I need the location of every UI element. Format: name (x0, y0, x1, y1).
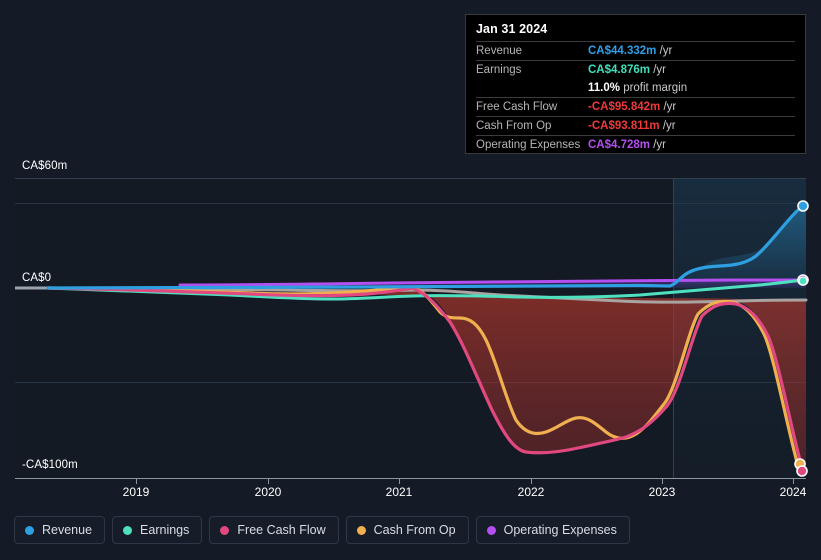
legend-dot-cash-from-op-icon (356, 525, 366, 535)
tooltip-value-revenue: CA$44.332m (588, 45, 657, 57)
tooltip-unit-profit-margin: profit margin (623, 82, 688, 94)
legend-dot-revenue-icon (25, 525, 34, 535)
tooltip-label-free-cash-flow: Free Cash Flow (476, 97, 588, 117)
tooltip-label-operating-expenses: Operating Expenses (476, 135, 588, 154)
tooltip-row-revenue: Revenue CA$44.332m /yr (476, 41, 795, 61)
legend-item-earnings[interactable]: Earnings (112, 516, 203, 544)
tooltip-table: Revenue CA$44.332m /yr Earnings CA$4.876… (476, 41, 795, 154)
tooltip-unit-cash-from-op: /yr (662, 120, 676, 132)
chart-legend: Revenue Earnings Free Cash Flow Cash Fro… (14, 516, 630, 544)
legend-dot-free-cash-flow-icon (220, 525, 230, 535)
tooltip-label-cash-from-op: Cash From Op (476, 116, 588, 136)
tooltip-row-earnings: Earnings CA$4.876m /yr (476, 60, 795, 79)
legend-label-revenue: Revenue (42, 523, 93, 537)
x-axis-label-2022: 2022 (517, 485, 545, 499)
legend-item-free-cash-flow[interactable]: Free Cash Flow (209, 516, 339, 544)
y-axis-label-bottom: -CA$100m (22, 459, 78, 471)
tooltip-date: Jan 31 2024 (476, 22, 548, 36)
tooltip-value-operating-expenses: CA$4.728m (588, 139, 651, 151)
tooltip-label-earnings: Earnings (476, 60, 588, 79)
legend-label-earnings: Earnings (140, 523, 190, 537)
tooltip-unit-free-cash-flow: /yr (663, 101, 677, 113)
tooltip-label-revenue: Revenue (476, 41, 588, 61)
data-tooltip: Jan 31 2024 Revenue CA$44.332m /yr Earni… (465, 14, 806, 154)
financial-chart-page: { "axis": { "y_labels": [ { "text": "CA$… (0, 0, 821, 560)
tooltip-row-cash-from-op: Cash From Op -CA$93.811m /yr (476, 116, 795, 136)
tooltip-unit-earnings: /yr (653, 64, 666, 76)
x-axis-label-2024: 2024 (779, 485, 807, 499)
x-axis-label-2023: 2023 (648, 485, 676, 499)
tooltip-label-profit-margin (476, 79, 588, 98)
tooltip-value-cash-from-op: -CA$93.811m (588, 120, 660, 132)
legend-dot-operating-expenses-icon (486, 525, 496, 535)
x-axis-label-2019: 2019 (122, 485, 150, 499)
y-axis-label-top: CA$60m (22, 160, 68, 172)
legend-dot-earnings-icon (123, 525, 133, 535)
x-axis-label-2021: 2021 (385, 485, 413, 499)
x-axis-label-2020: 2020 (254, 485, 282, 499)
legend-label-free-cash-flow: Free Cash Flow (237, 523, 326, 537)
tooltip-row-free-cash-flow: Free Cash Flow -CA$95.842m /yr (476, 97, 795, 117)
tooltip-row-profit-margin: 11.0% profit margin (476, 79, 795, 98)
tooltip-value-profit-margin: 11.0% (588, 82, 620, 94)
tooltip-value-free-cash-flow: -CA$95.842m (588, 101, 661, 113)
y-axis-label-zero: CA$0 (22, 272, 52, 284)
legend-label-operating-expenses: Operating Expenses (503, 523, 617, 537)
tooltip-row-operating-expenses: Operating Expenses CA$4.728m /yr (476, 135, 795, 154)
tooltip-unit-operating-expenses: /yr (653, 139, 666, 151)
legend-item-operating-expenses[interactable]: Operating Expenses (475, 516, 630, 544)
tooltip-unit-revenue: /yr (659, 45, 673, 57)
tooltip-value-earnings: CA$4.876m (588, 64, 651, 76)
legend-item-revenue[interactable]: Revenue (14, 516, 106, 544)
legend-item-cash-from-op[interactable]: Cash From Op (345, 516, 469, 544)
legend-label-cash-from-op: Cash From Op (373, 523, 456, 537)
